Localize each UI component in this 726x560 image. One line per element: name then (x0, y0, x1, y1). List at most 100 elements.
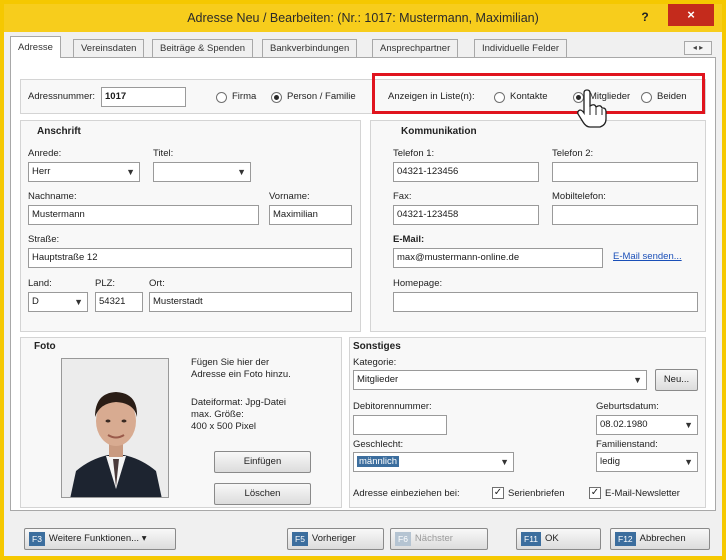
portrait-image (62, 359, 168, 497)
f5-key: F5 (292, 532, 308, 546)
chevron-down-icon: ▼ (633, 375, 642, 385)
email-label: E-Mail: (393, 234, 425, 245)
ort-field[interactable]: Musterstadt (149, 292, 352, 312)
geburtsdatum-picker[interactable]: 08.02.1980 ▼ (596, 415, 698, 435)
foto-format-2: max. Größe: (191, 409, 244, 420)
close-button[interactable]: × (668, 4, 714, 26)
tab-adresse[interactable]: Adresse (10, 36, 61, 58)
dialog-window: Adresse Neu / Bearbeiten: (Nr.: 1017: Mu… (0, 0, 726, 560)
strasse-label: Straße: (28, 234, 60, 245)
abbrechen-button[interactable]: F12 Abbrechen (610, 528, 710, 550)
person-familie-label: Person / Familie (287, 91, 356, 102)
foto-heading: Foto (34, 341, 56, 352)
anrede-value: Herr (32, 166, 51, 177)
homepage-label: Homepage: (393, 278, 443, 289)
foto-format-3: 400 x 500 Pixel (191, 421, 256, 432)
land-select[interactable]: D ▼ (28, 292, 88, 312)
vorheriger-label: Vorheriger (311, 533, 356, 544)
titel-label: Titel: (153, 148, 174, 159)
ort-label: Ort: (149, 278, 165, 289)
serienbriefe-checkbox[interactable]: ✓ (492, 487, 504, 499)
help-button[interactable]: ? (634, 6, 656, 28)
mobiltelefon-field[interactable] (552, 205, 698, 225)
plz-field[interactable]: 54321 (95, 292, 143, 312)
nachname-label: Nachname: (28, 191, 77, 202)
kategorie-label: Kategorie: (353, 357, 397, 368)
kategorie-select[interactable]: Mitglieder ▼ (353, 370, 647, 390)
hand-cursor-icon (577, 89, 607, 128)
newsletter-label: E-Mail-Newsletter (605, 488, 680, 499)
telefon1-field[interactable]: 04321-123456 (393, 162, 539, 182)
email-senden-link[interactable]: E-Mail senden... (613, 251, 682, 262)
window-title: Adresse Neu / Bearbeiten: (Nr.: 1017: Mu… (187, 11, 539, 25)
vorname-field[interactable]: Maximilian (269, 205, 352, 225)
person-familie-radio[interactable] (271, 92, 282, 103)
kategorie-value: Mitglieder (357, 374, 399, 385)
weitere-funktionen-label: Weitere Funktionen... (48, 533, 140, 544)
homepage-field[interactable] (393, 292, 698, 312)
tab-vereinsdaten[interactable]: Vereinsdaten (73, 39, 145, 57)
f6-key: F6 (395, 532, 411, 546)
weitere-funktionen-button[interactable]: F3 Weitere Funktionen... ▾ (24, 528, 176, 550)
familienstand-label: Familienstand: (596, 439, 658, 450)
email-field[interactable]: max@mustermann-online.de (393, 248, 603, 268)
tab-bankverbindungen[interactable]: Bankverbindungen (262, 39, 358, 57)
familienstand-select[interactable]: ledig ▼ (596, 452, 698, 472)
tab-scroll-buttons[interactable]: ◂ ▸ (684, 41, 712, 55)
foto-hint-1: Fügen Sie hier der (191, 357, 270, 368)
title-bar[interactable]: Adresse Neu / Bearbeiten: (Nr.: 1017: Mu… (4, 4, 722, 32)
tab-beitraege-spenden[interactable]: Beiträge & Spenden (152, 39, 254, 57)
mobiltelefon-label: Mobiltelefon: (552, 191, 606, 202)
geburtsdatum-label: Geburtsdatum: (596, 401, 659, 412)
adressnummer-field[interactable]: 1017 (101, 87, 186, 107)
foto-format-1: Dateiformat: Jpg-Datei (191, 397, 287, 408)
firma-label: Firma (232, 91, 257, 102)
telefon2-label: Telefon 2: (552, 148, 594, 159)
einbeziehen-label: Adresse einbeziehen bei: (353, 488, 460, 499)
titel-select[interactable]: ▼ (153, 162, 251, 182)
telefon2-field[interactable] (552, 162, 698, 182)
strasse-field[interactable]: Hauptstraße 12 (28, 248, 352, 268)
vorheriger-button[interactable]: F5 Vorheriger (287, 528, 384, 550)
debitorennummer-label: Debitorennummer: (353, 401, 432, 412)
chevron-down-icon: ▾ (141, 533, 147, 544)
geschlecht-value: männlich (357, 456, 400, 467)
foto-einfuegen-button[interactable]: Einfügen (214, 451, 311, 473)
f12-key: F12 (615, 532, 636, 546)
vorname-label: Vorname: (269, 191, 310, 202)
kommunikation-heading: Kommunikation (401, 126, 477, 137)
foto-loeschen-button[interactable]: Löschen (214, 483, 311, 505)
geburtsdatum-value: 08.02.1980 (600, 419, 648, 430)
anrede-select[interactable]: Herr ▼ (28, 162, 140, 182)
newsletter-checkbox[interactable]: ✓ (589, 487, 601, 499)
sonstiges-heading: Sonstiges (353, 341, 401, 352)
abbrechen-label: Abbrechen (639, 533, 686, 544)
land-label: Land: (28, 278, 52, 289)
geschlecht-label: Geschlecht: (353, 439, 404, 450)
fax-field[interactable]: 04321-123458 (393, 205, 539, 225)
familienstand-value: ledig (600, 456, 621, 467)
firma-radio[interactable] (216, 92, 227, 103)
chevron-down-icon: ▼ (684, 420, 693, 430)
chevron-down-icon: ▼ (74, 297, 83, 307)
f11-key: F11 (521, 532, 542, 546)
geschlecht-select[interactable]: männlich ▼ (353, 452, 514, 472)
chevron-down-icon: ▼ (126, 167, 135, 177)
ok-button[interactable]: F11 OK (516, 528, 601, 550)
chevron-down-icon: ▼ (237, 167, 246, 177)
anschrift-heading: Anschrift (37, 126, 81, 137)
kategorie-neu-button[interactable]: Neu... (655, 369, 698, 391)
portrait-photo (61, 358, 169, 498)
chevron-down-icon: ▼ (500, 457, 509, 467)
naechster-button[interactable]: F6 Nächster (390, 528, 488, 550)
tab-bar: Adresse Vereinsdaten Beiträge & Spenden … (10, 36, 718, 58)
chevron-down-icon: ▼ (684, 457, 693, 467)
f3-key: F3 (29, 532, 45, 546)
debitorennummer-field[interactable] (353, 415, 447, 435)
tab-individuelle-felder[interactable]: Individuelle Felder (474, 39, 568, 57)
highlight-frame (372, 73, 705, 114)
tab-ansprechpartner[interactable]: Ansprechpartner (372, 39, 459, 57)
foto-hint-2: Adresse ein Foto hinzu. (191, 369, 291, 380)
anrede-label: Anrede: (28, 148, 62, 159)
nachname-field[interactable]: Mustermann (28, 205, 259, 225)
